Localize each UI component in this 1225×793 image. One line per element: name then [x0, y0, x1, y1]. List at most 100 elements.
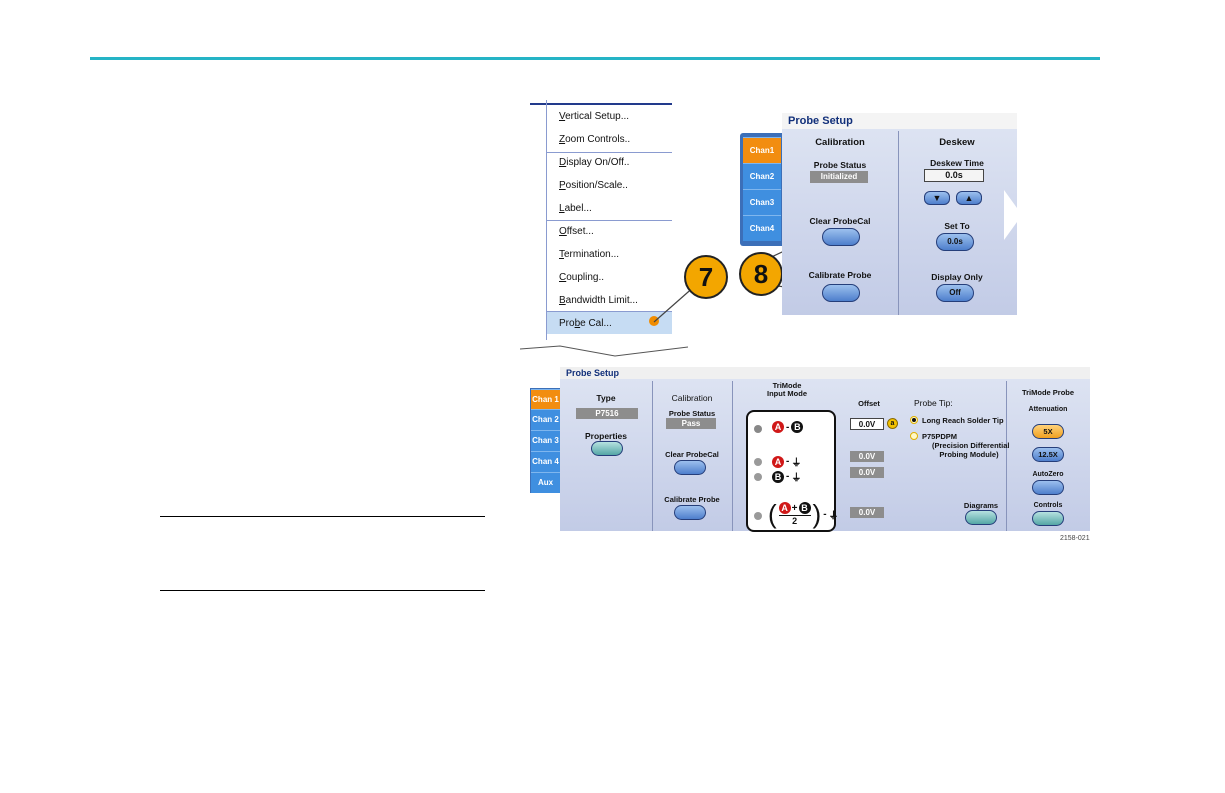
type-heading: Type [596, 393, 616, 403]
calibrate-probe-label: Calibrate Probe [808, 270, 872, 280]
attenuation-5x-value: 5X [1043, 427, 1053, 436]
header-rule [90, 57, 1100, 60]
paren-close: ) [812, 499, 822, 529]
menu-top-border [530, 103, 672, 105]
note-rule-top [160, 516, 485, 517]
deskew-time-label: Deskew Time [930, 158, 984, 168]
tab-aux[interactable]: Aux [531, 472, 560, 493]
set-to-button[interactable]: 0.0s [936, 233, 974, 251]
letter-a-icon: A [772, 421, 784, 433]
probe-tip-radio-pdpm[interactable] [910, 432, 918, 440]
knob-a-icon: a [887, 418, 898, 429]
probe-status-value: Pass [666, 418, 716, 429]
panel-title: Probe Setup [782, 113, 1017, 129]
channel-tabs-top: Chan1 Chan2 Chan3 Chan4 [740, 133, 784, 246]
offset-field-diff[interactable]: 0.0V [850, 418, 884, 430]
fraction-denominator: 2 [792, 516, 798, 526]
tab-chan3[interactable]: Chan3 [743, 189, 781, 215]
deskew-down-button[interactable]: ▼ [924, 191, 950, 205]
probe-tip-option-pdpm-desc2: Probing Module) [939, 450, 999, 459]
input-mode-box: A - B A - ⏚ B - ⏚ ( A + B 2) - ⏚ [746, 410, 839, 532]
attenuation-label: Attenuation [1028, 406, 1068, 413]
letter-b-icon: B [791, 421, 804, 433]
arrow-up-icon: ▲ [964, 193, 974, 203]
calibrate-probe-label: Calibrate Probe [664, 495, 720, 504]
calibration-heading: Calibration [671, 393, 713, 403]
minus-sign: - [786, 471, 790, 482]
input-mode-radio-common[interactable] [754, 512, 762, 520]
minus-sign: - [786, 421, 790, 433]
probe-tip-radio-solder[interactable] [910, 416, 918, 424]
torn-edge [520, 345, 689, 357]
menu-item-coupling[interactable]: Coupling.. [559, 272, 604, 283]
note-rule-bottom [160, 590, 485, 591]
column-divider [732, 381, 733, 531]
mode-common-mode: ( A + B 2 ) - ⏚ [768, 500, 839, 528]
offset-value-b: 0.0V [850, 467, 884, 478]
tab-chan-3[interactable]: Chan 3 [531, 430, 560, 451]
display-only-button[interactable]: Off [936, 284, 974, 302]
tab-chan2[interactable]: Chan2 [743, 163, 781, 189]
fraction: A + B 2 [778, 502, 811, 526]
minus-sign: - [823, 508, 827, 520]
tab-chan4[interactable]: Chan4 [743, 215, 781, 241]
clear-probecal-label: Clear ProbeCal [809, 216, 871, 226]
menu-item-vertical-setup[interactable]: Vertical Setup... [559, 111, 629, 122]
attenuation-5x-button[interactable]: 5X [1032, 424, 1064, 439]
offset-heading: Offset [858, 399, 880, 408]
menu-item-offset[interactable]: Offset... [559, 226, 594, 237]
figure-code: 2158-021 [1060, 535, 1090, 542]
input-mode-radio-diff[interactable] [754, 425, 762, 433]
menu-separator [547, 152, 672, 153]
autozero-label: AutoZero [1032, 471, 1064, 478]
controls-label: Controls [1033, 502, 1063, 509]
set-to-value: 0.0s [947, 237, 963, 246]
callout-7: 7 [684, 255, 728, 299]
calibrate-probe-button[interactable] [822, 284, 860, 302]
channel-tabs-bottom: Chan 1 Chan 2 Chan 3 Chan 4 Aux [530, 388, 560, 493]
tab-chan-2[interactable]: Chan 2 [531, 409, 560, 430]
panel-notch [1004, 190, 1022, 240]
diagrams-label: Diagrams [963, 501, 999, 510]
calibrate-probe-button[interactable] [674, 505, 706, 520]
controls-button[interactable] [1032, 511, 1064, 526]
trimode-heading-line2: Input Mode [767, 389, 807, 398]
properties-label: Properties [584, 431, 628, 441]
deskew-up-button[interactable]: ▲ [956, 191, 982, 205]
probe-tip-heading: Probe Tip: [914, 398, 953, 408]
arrow-down-icon: ▼ [932, 193, 942, 203]
calibration-heading: Calibration [815, 137, 865, 148]
menu-item-position-scale[interactable]: Position/Scale.. [559, 180, 628, 191]
trimode-input-heading: TriMode Input Mode [740, 382, 834, 398]
radio-selected-dot [912, 418, 916, 422]
probe-tip-option-pdpm-desc: (Precision Differential [932, 441, 1010, 450]
input-mode-radio-b[interactable] [754, 473, 762, 481]
input-mode-radio-a[interactable] [754, 458, 762, 466]
ground-icon: ⏚ [791, 458, 802, 469]
mode-b-minus-ground: B - ⏚ [772, 469, 801, 484]
diagrams-button[interactable] [965, 510, 997, 525]
menu-item-display-onoff[interactable]: Display On/Off.. [559, 157, 629, 168]
probe-setup-panel-bottom: Probe Setup Type P7516 Properties Calibr… [560, 367, 1090, 532]
set-to-label: Set To [944, 221, 970, 231]
tab-chan-1[interactable]: Chan 1 [531, 389, 560, 409]
offset-value-a: 0.0V [850, 451, 884, 462]
deskew-heading: Deskew [939, 137, 975, 148]
autozero-button[interactable] [1032, 480, 1064, 495]
callout-8: 8 [739, 252, 783, 296]
letter-b-icon: B [798, 502, 811, 514]
menu-item-label[interactable]: Label... [559, 203, 592, 214]
ground-icon: ⏚ [791, 473, 802, 484]
attenuation-125x-button[interactable]: 12.5X [1032, 447, 1064, 462]
clear-probecal-button[interactable] [822, 228, 860, 246]
display-only-value: Off [949, 288, 961, 297]
menu-item-zoom-controls[interactable]: Zoom Controls.. [559, 134, 630, 145]
display-only-label: Display Only [931, 272, 983, 282]
clear-probecal-label: Clear ProbeCal [665, 450, 719, 459]
tab-chan-4[interactable]: Chan 4 [531, 451, 560, 472]
tab-chan1[interactable]: Chan1 [743, 137, 781, 163]
deskew-time-field[interactable]: 0.0s [924, 169, 984, 182]
properties-button[interactable] [591, 441, 623, 456]
probe-type-value: P7516 [576, 408, 638, 419]
clear-probecal-button[interactable] [674, 460, 706, 475]
